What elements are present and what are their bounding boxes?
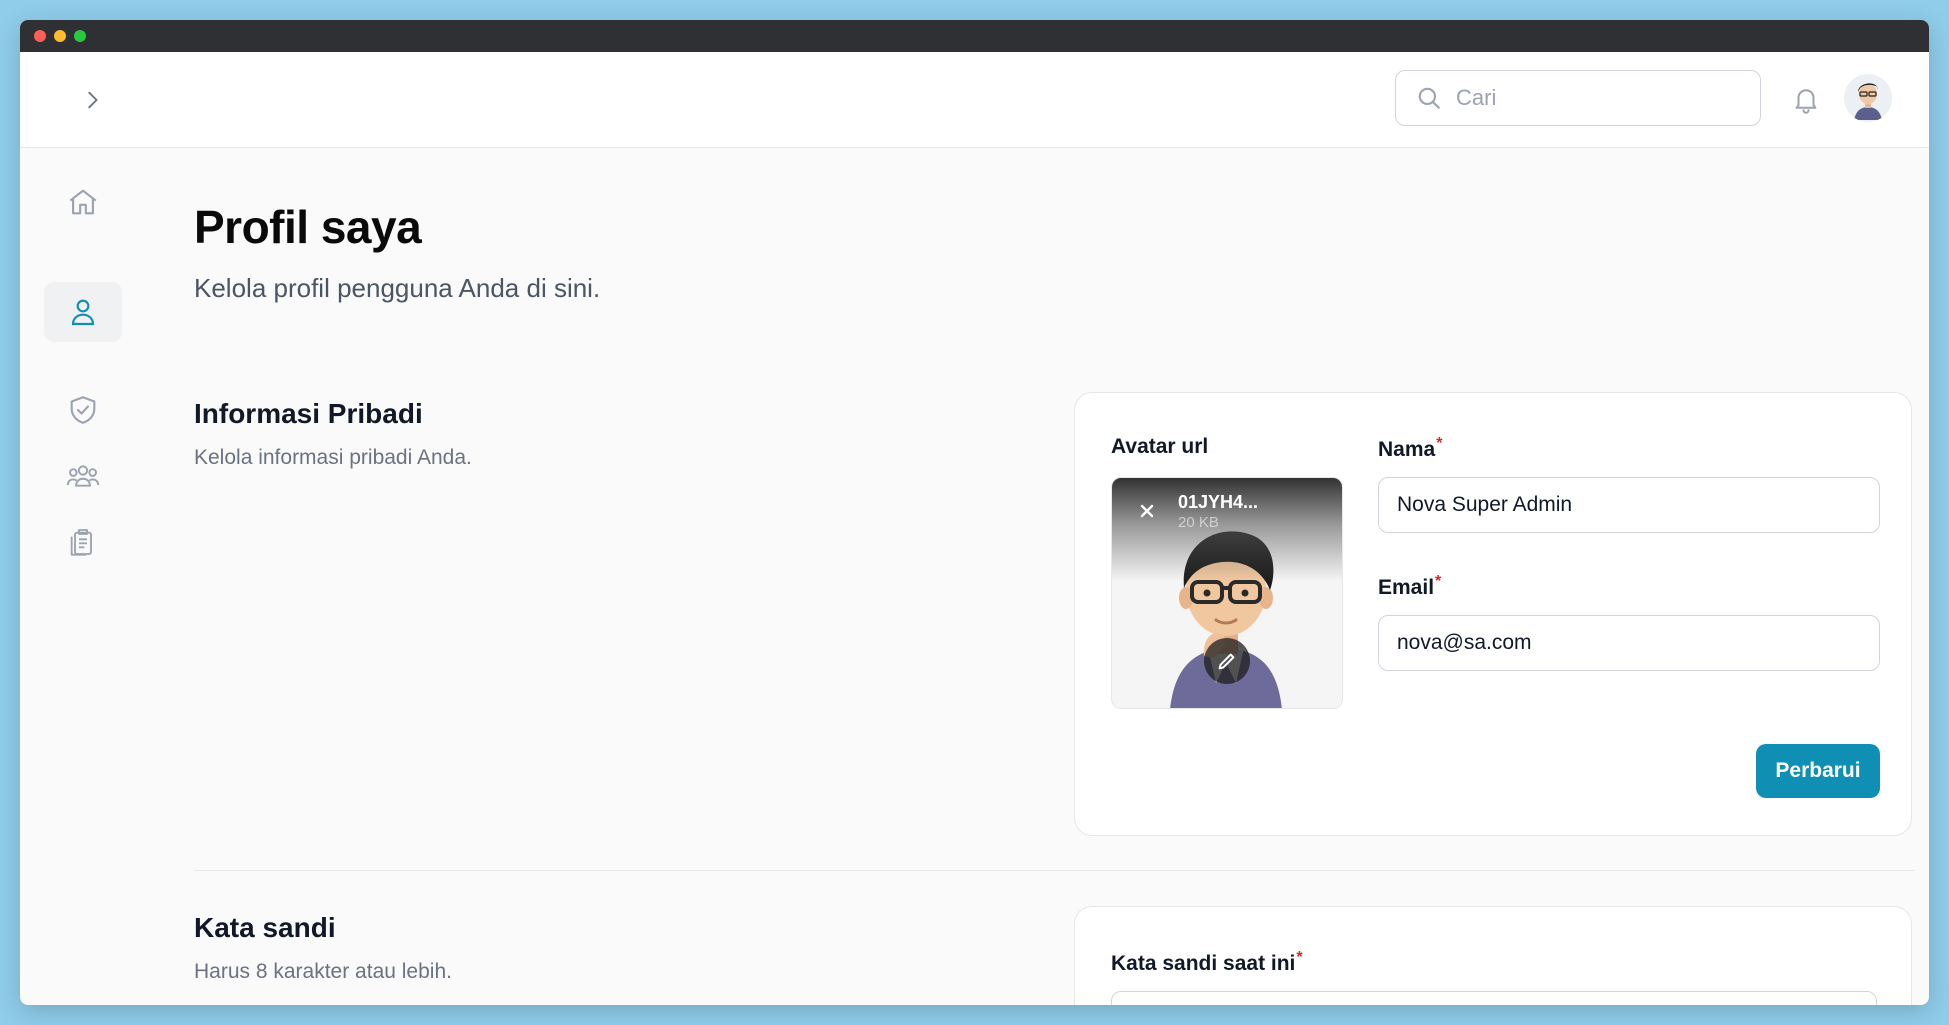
- current-password-input[interactable]: [1111, 991, 1877, 1005]
- update-button[interactable]: Perbarui: [1756, 744, 1880, 798]
- personal-info-title: Informasi Pribadi: [194, 398, 423, 429]
- avatar-file-size: 20 KB: [1178, 514, 1219, 531]
- top-bar: [20, 52, 1929, 148]
- sidebar: [20, 148, 140, 1005]
- pencil-icon: [1218, 653, 1235, 670]
- name-label: Nama*: [1378, 435, 1443, 461]
- password-title: Kata sandi: [194, 912, 336, 943]
- page-subtitle: Kelola profil pengguna Anda di sini.: [194, 273, 601, 303]
- avatar-label: Avatar url: [1111, 435, 1209, 458]
- sidebar-item-home[interactable]: [44, 172, 122, 232]
- search-box[interactable]: [1395, 70, 1761, 126]
- search-input[interactable]: [1456, 85, 1736, 111]
- personal-info-description: Kelola informasi pribadi Anda.: [194, 446, 472, 469]
- email-label: Email*: [1378, 573, 1442, 599]
- password-description: Harus 8 karakter atau lebih.: [194, 960, 452, 983]
- avatar: [1854, 83, 1882, 120]
- close-icon: [1140, 504, 1154, 518]
- maximize-window-button[interactable]: [74, 30, 86, 42]
- required-marker: *: [1296, 949, 1303, 966]
- user-avatar-button[interactable]: [1844, 74, 1892, 122]
- section-divider: [194, 870, 1914, 871]
- sidebar-item-reports[interactable]: [44, 512, 122, 572]
- search-icon: [1416, 85, 1442, 111]
- remove-file-button[interactable]: [1134, 498, 1160, 524]
- sidebar-expand-button[interactable]: [68, 76, 116, 124]
- close-window-button[interactable]: [34, 30, 46, 42]
- name-input[interactable]: [1378, 477, 1880, 533]
- edit-avatar-button[interactable]: [1204, 638, 1250, 684]
- notifications-button[interactable]: [1786, 79, 1826, 119]
- user-group-icon: [66, 465, 100, 487]
- user-icon: [71, 299, 95, 326]
- avatar-upload[interactable]: 01JYH4... 20 KB: [1111, 477, 1343, 709]
- sidebar-item-security[interactable]: [44, 380, 122, 440]
- shield-check-icon: [70, 396, 96, 424]
- page-title: Profil saya: [194, 201, 422, 253]
- current-password-label: Kata sandi saat ini*: [1111, 949, 1303, 975]
- minimize-window-button[interactable]: [54, 30, 66, 42]
- email-input[interactable]: [1378, 615, 1880, 671]
- bell-icon: [1795, 89, 1817, 114]
- app-window: Profil saya Kelola profil pengguna Anda …: [20, 20, 1929, 1005]
- window-titlebar: [20, 20, 1929, 52]
- required-marker: *: [1435, 573, 1442, 590]
- home-icon: [69, 189, 97, 215]
- sidebar-item-profile[interactable]: [44, 282, 122, 342]
- required-marker: *: [1436, 435, 1443, 452]
- clipboard-icon: [70, 529, 92, 556]
- avatar-file-name: 01JYH4...: [1178, 492, 1259, 512]
- chevron-right-icon: [88, 91, 98, 109]
- sidebar-item-users[interactable]: [44, 446, 122, 506]
- personal-info-card: Avatar url 01JYH4... 20 KB Nama* Nova Su…: [1074, 392, 1912, 836]
- password-card: Kata sandi saat ini*: [1074, 906, 1912, 1005]
